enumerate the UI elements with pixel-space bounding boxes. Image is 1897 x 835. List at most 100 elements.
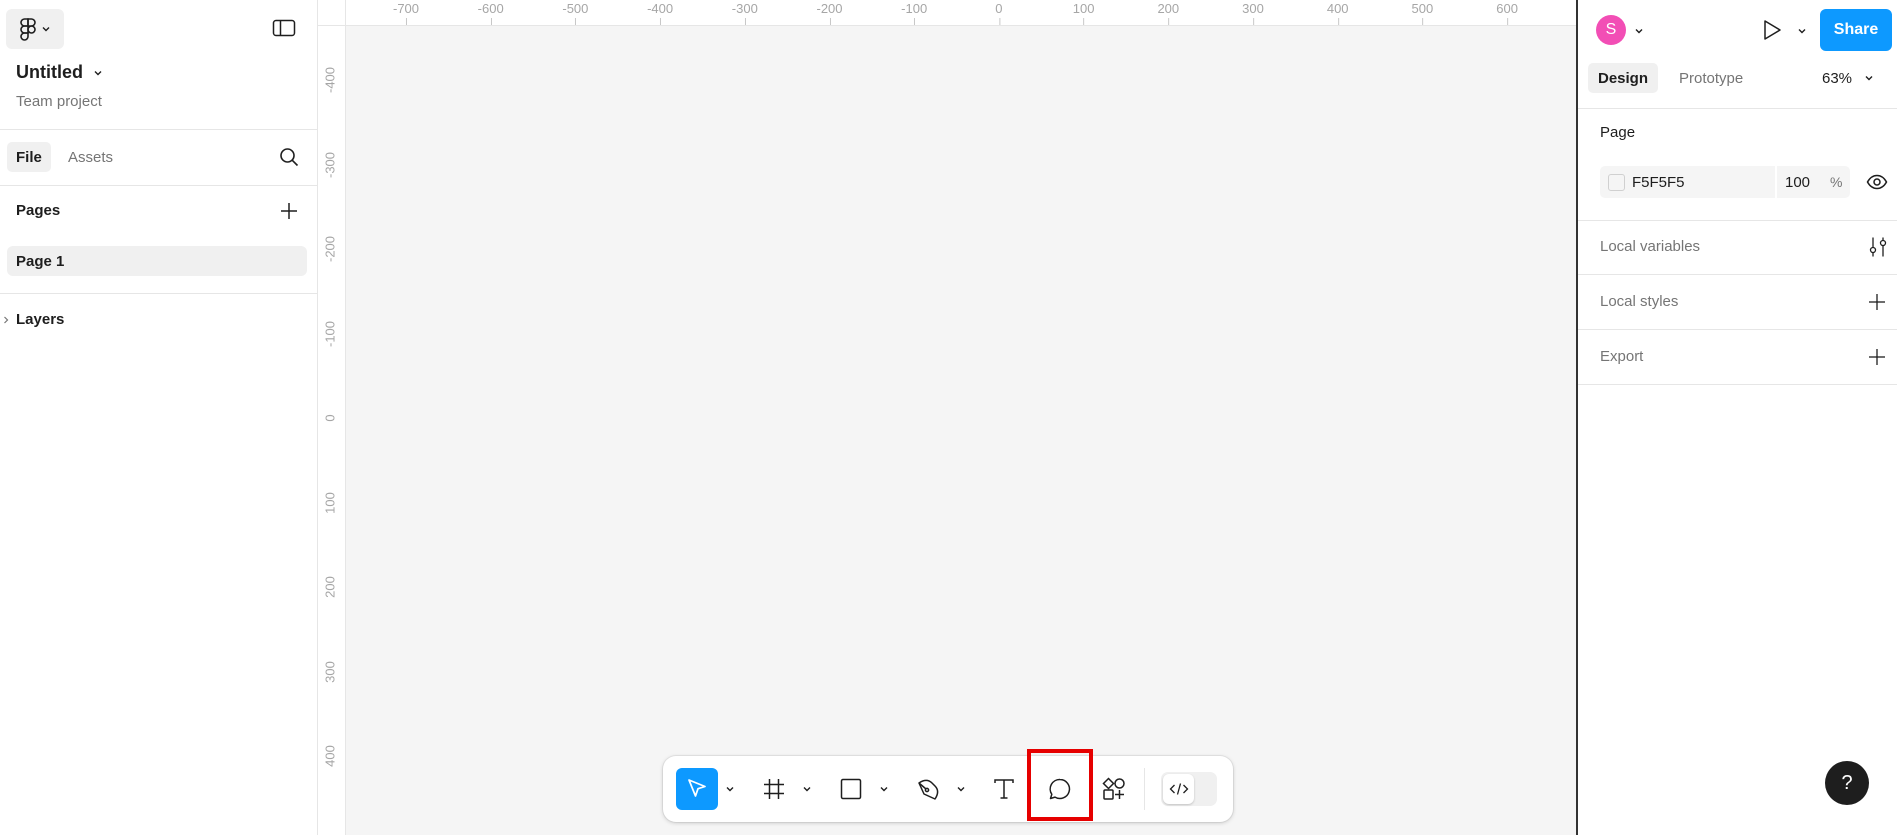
pages-heading: Pages xyxy=(16,202,61,219)
page-opacity-input[interactable]: 100 xyxy=(1785,166,1810,198)
ruler-corner xyxy=(318,0,346,26)
ruler-tick-label: 600 xyxy=(1496,1,1518,25)
divider xyxy=(1578,274,1897,275)
comment-tool-button[interactable] xyxy=(1039,768,1081,810)
code-brackets-icon xyxy=(1169,782,1189,796)
share-button[interactable]: Share xyxy=(1820,9,1892,51)
ruler-tick-label: -400 xyxy=(647,1,674,25)
project-name: Team project xyxy=(16,93,102,110)
pen-nib-icon xyxy=(916,777,940,801)
add-style-plus-icon[interactable] xyxy=(1868,293,1886,311)
page-list-item[interactable]: Page 1 xyxy=(7,246,307,276)
ruler-tick-label: 0 xyxy=(322,414,338,422)
dev-mode-knob xyxy=(1163,774,1194,804)
variables-sliders-icon[interactable] xyxy=(1868,236,1888,258)
dev-mode-toggle[interactable] xyxy=(1161,772,1217,806)
local-variables-label[interactable]: Local variables xyxy=(1600,238,1700,255)
export-label[interactable]: Export xyxy=(1600,348,1643,365)
help-button[interactable]: ? xyxy=(1825,761,1869,805)
zoom-dropdown[interactable]: 63% xyxy=(1822,63,1874,93)
chevron-down-icon[interactable] xyxy=(1634,26,1644,36)
ruler-tick-label: -100 xyxy=(901,1,928,25)
divider xyxy=(1578,384,1897,385)
user-avatar[interactable]: S xyxy=(1596,15,1626,45)
shape-tool-dropdown-icon[interactable] xyxy=(879,784,889,794)
ruler-tick-label: 500 xyxy=(1411,1,1434,25)
ruler-tick-label: -300 xyxy=(731,1,758,25)
ruler-tick-label: -400 xyxy=(322,66,338,94)
page-section-title: Page xyxy=(1600,124,1636,141)
ruler-tick-label: 300 xyxy=(1242,1,1264,25)
add-export-plus-icon[interactable] xyxy=(1868,348,1886,366)
color-swatch[interactable] xyxy=(1608,174,1625,191)
ruler-tick-label: -500 xyxy=(562,1,589,25)
rectangle-tool-button[interactable] xyxy=(830,768,872,810)
sidebar-toggle-icon[interactable] xyxy=(272,18,298,42)
design-canvas[interactable] xyxy=(318,0,1576,835)
cursor-arrow-icon xyxy=(685,777,709,801)
chevron-down-icon xyxy=(1864,73,1874,83)
rectangle-icon xyxy=(840,778,862,800)
page-color-field: F5F5F5 100 % xyxy=(1600,166,1850,198)
main-menu-button[interactable] xyxy=(6,9,64,49)
divider xyxy=(1578,329,1897,330)
tab-prototype[interactable]: Prototype xyxy=(1679,63,1743,93)
tab-assets[interactable]: Assets xyxy=(68,142,113,172)
chevron-down-icon xyxy=(93,68,103,78)
frame-hash-icon xyxy=(763,778,785,800)
zoom-level: 63% xyxy=(1822,69,1853,87)
ruler-tick-label: 0 xyxy=(995,1,1003,25)
text-t-icon xyxy=(993,778,1015,800)
tab-file[interactable]: File xyxy=(7,142,51,172)
pen-tool-dropdown-icon[interactable] xyxy=(956,784,966,794)
text-tool-button[interactable] xyxy=(983,768,1025,810)
chevron-down-icon[interactable] xyxy=(1797,26,1807,36)
figma-logo-icon xyxy=(19,17,37,41)
tab-design[interactable]: Design xyxy=(1588,63,1659,93)
add-page-plus-icon[interactable] xyxy=(280,202,298,220)
file-title-dropdown[interactable]: Untitled xyxy=(16,62,103,83)
ruler-tick-label: -700 xyxy=(392,1,420,25)
ruler-tick-label: 200 xyxy=(322,576,338,598)
ruler-tick-label: -100 xyxy=(322,320,338,347)
ruler-tick-label: -600 xyxy=(477,1,504,25)
shapes-plus-icon xyxy=(1102,777,1126,801)
layers-section-toggle[interactable]: Layers xyxy=(2,311,64,328)
eye-icon[interactable] xyxy=(1866,173,1888,191)
comment-bubble-icon xyxy=(1048,777,1072,801)
ruler-tick-label: 400 xyxy=(1326,1,1349,25)
move-tool-dropdown-icon[interactable] xyxy=(725,784,735,794)
ruler-tick-label: 100 xyxy=(322,491,338,514)
file-title: Untitled xyxy=(16,62,83,82)
layers-heading: Layers xyxy=(16,311,65,328)
ruler-tick-label: 400 xyxy=(322,745,338,767)
divider xyxy=(0,129,318,130)
pen-tool-button[interactable] xyxy=(907,768,949,810)
ruler-tick-label: 100 xyxy=(1072,1,1095,25)
divider xyxy=(0,293,318,294)
ruler-tick-label: 200 xyxy=(1157,1,1180,25)
local-styles-label[interactable]: Local styles xyxy=(1600,293,1678,310)
bottom-toolbar xyxy=(663,749,1233,822)
frame-tool-button[interactable] xyxy=(753,768,795,810)
present-play-icon[interactable] xyxy=(1761,18,1783,42)
chevron-down-icon xyxy=(41,24,51,34)
actions-tool-button[interactable] xyxy=(1093,768,1135,810)
chevron-right-icon xyxy=(2,315,10,325)
opacity-unit: % xyxy=(1830,174,1843,190)
move-tool-button[interactable] xyxy=(676,768,718,810)
horizontal-ruler xyxy=(318,0,1576,26)
ruler-tick-label: 300 xyxy=(322,660,338,683)
divider xyxy=(0,185,318,186)
toolbar-divider xyxy=(1144,768,1145,810)
divider xyxy=(1578,108,1897,109)
divider xyxy=(1775,166,1777,198)
frame-tool-dropdown-icon[interactable] xyxy=(802,784,812,794)
divider xyxy=(1578,220,1897,221)
right-panel: S Share Design Prototype 63% Page F5F5F5… xyxy=(1576,0,1897,835)
search-icon[interactable] xyxy=(279,147,299,167)
left-panel: Untitled Team project File Assets Pages … xyxy=(0,0,318,835)
ruler-tick-label: -300 xyxy=(322,151,338,178)
ruler-tick-label: -200 xyxy=(322,235,338,263)
page-color-hex-input[interactable]: F5F5F5 xyxy=(1632,166,1685,198)
